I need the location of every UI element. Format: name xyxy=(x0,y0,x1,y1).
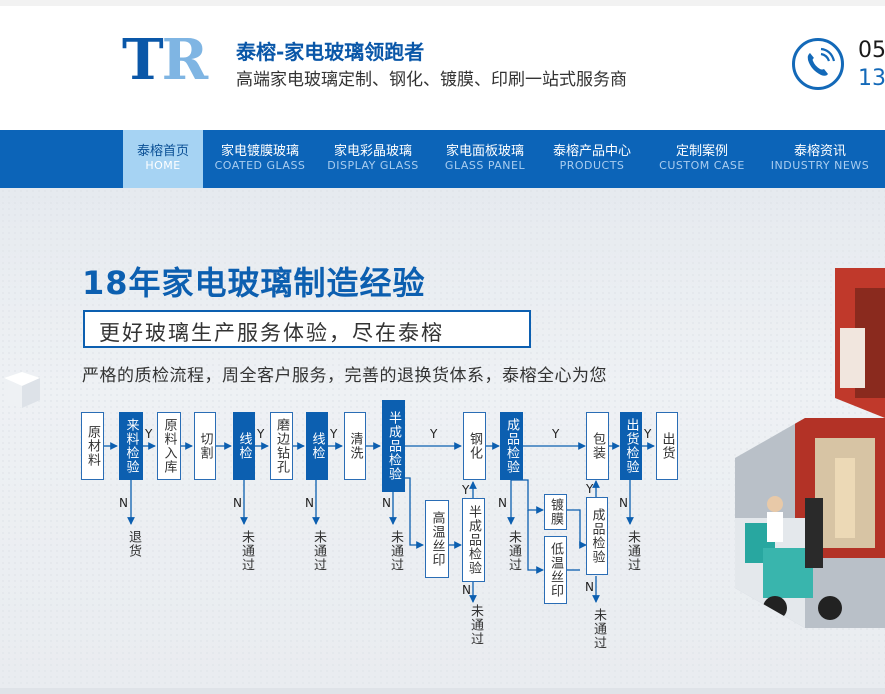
page: TR 泰榕-家电玻璃领跑者 高端家电玻璃定制、钢化、镀膜、印刷一站式服务商 05… xyxy=(0,0,885,694)
flow-step-label: 成品检验 xyxy=(589,508,605,564)
flow-step-cutting: 切割 xyxy=(194,412,216,480)
fail-label: 未通过 xyxy=(388,530,403,572)
flow-step-label: 镀膜 xyxy=(548,498,563,526)
flow-step-washing: 清洗 xyxy=(344,412,366,480)
flow-step-coating: 镀膜 xyxy=(544,494,567,530)
fail-label: 未通过 xyxy=(239,530,254,572)
flow-step-label: 成品检验 xyxy=(504,418,519,474)
flow-step-incoming-inspection: 来料检验 xyxy=(119,412,143,480)
flow-step-packing: 包装 xyxy=(586,412,609,480)
flow-step-label: 包装 xyxy=(590,432,605,460)
process-flow-lines xyxy=(104,442,655,603)
flow-step-outgoing-inspection: 出货检验 xyxy=(620,412,642,480)
fail-label: 未通过 xyxy=(591,608,606,650)
no-label: N xyxy=(382,496,391,510)
flow-step-label: 半成品检验 xyxy=(466,505,481,575)
yes-label: Y xyxy=(586,482,594,496)
flow-step-low-temp-print: 低温丝印 xyxy=(544,536,567,604)
flow-step-label: 来料检验 xyxy=(123,418,139,474)
no-label: N xyxy=(233,496,242,510)
flow-step-label: 出货 xyxy=(659,432,675,460)
flow-step-line-check-1: 线检 xyxy=(233,412,255,480)
no-label: N xyxy=(119,496,128,510)
flow-step-edging: 磨边钻孔 xyxy=(270,412,293,480)
flow-step-finished-inspection: 成品检验 xyxy=(500,412,523,480)
fail-label: 未通过 xyxy=(506,530,521,572)
flow-step-high-temp-print: 高温丝印 xyxy=(425,500,449,578)
flow-step-finished-inspection-2: 成品检验 xyxy=(586,497,608,575)
yes-label: Y xyxy=(257,427,265,441)
fail-label: 未通过 xyxy=(625,530,640,572)
yes-label: Y xyxy=(552,427,560,441)
flow-step-shipping: 出货 xyxy=(656,412,678,480)
flow-step-label: 原材料 xyxy=(85,425,100,467)
flow-step-label: 半成品检验 xyxy=(386,411,401,481)
yes-label: Y xyxy=(430,427,438,441)
flow-step-tempering: 钢化 xyxy=(463,412,486,480)
no-label: N xyxy=(305,496,314,510)
no-label: N xyxy=(585,580,594,594)
fail-label: 未通过 xyxy=(468,604,483,646)
no-label: N xyxy=(462,583,471,597)
flow-step-semi-inspection-2: 半成品检验 xyxy=(462,498,485,582)
yes-label: Y xyxy=(145,427,153,441)
flow-step-storage: 原料入库 xyxy=(157,412,181,480)
flow-step-label: 清洗 xyxy=(347,432,363,460)
flow-step-label: 高温丝印 xyxy=(429,511,445,567)
flow-step-label: 钢化 xyxy=(467,432,482,460)
flow-step-semi-inspection: 半成品检验 xyxy=(382,400,405,492)
flow-step-label: 线检 xyxy=(236,432,252,460)
return-label: 退货 xyxy=(126,530,141,558)
flow-step-label: 原料入库 xyxy=(161,418,177,474)
flow-step-label: 磨边钻孔 xyxy=(274,418,289,474)
flow-step-label: 出货检验 xyxy=(623,418,639,474)
yes-label: Y xyxy=(330,427,338,441)
no-label: N xyxy=(619,496,628,510)
flow-step-line-check-2: 线检 xyxy=(306,412,328,480)
no-label: N xyxy=(498,496,507,510)
flow-step-label: 线检 xyxy=(309,432,325,460)
flow-step-label: 切割 xyxy=(197,432,213,460)
yes-label: Y xyxy=(644,427,652,441)
flow-step-raw-material: 原材料 xyxy=(81,412,104,480)
yes-label: Y xyxy=(462,483,470,497)
fail-label: 未通过 xyxy=(311,530,326,572)
flow-step-label: 低温丝印 xyxy=(548,542,563,598)
